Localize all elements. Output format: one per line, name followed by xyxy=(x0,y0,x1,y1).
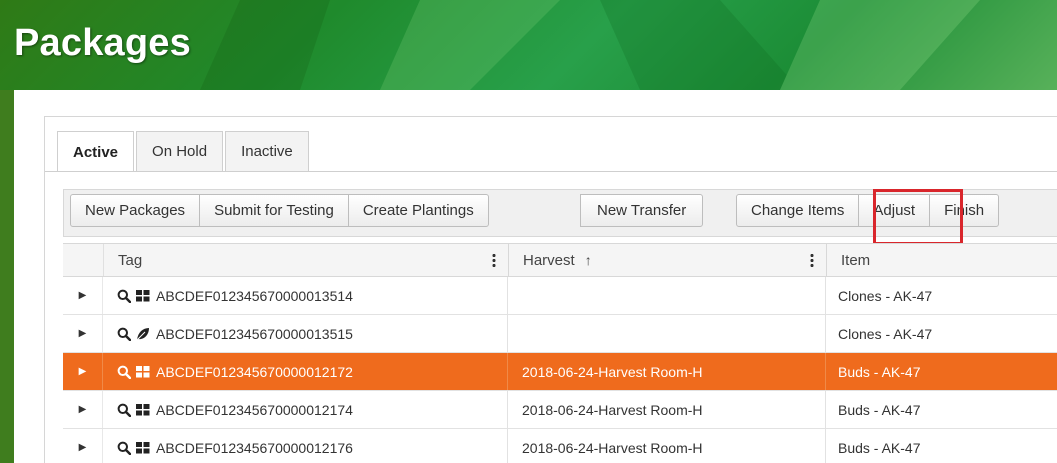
table-row[interactable]: ▶ ABCDEF012345670000012174 2018-06-24-Harv… xyxy=(63,391,1057,429)
grid-icon xyxy=(136,441,150,455)
content-area: Active On Hold Inactive New Packages Sub… xyxy=(14,90,1057,463)
grid-header: Tag Harvest ↑ Item xyxy=(63,243,1057,277)
search-icon[interactable] xyxy=(117,365,132,379)
column-menu-icon[interactable] xyxy=(492,253,496,267)
action-toolbar: New Packages Submit for Testing Create P… xyxy=(63,189,1057,245)
tag-text: ABCDEF012345670000013515 xyxy=(156,325,353,342)
cell-harvest xyxy=(508,315,826,352)
expand-row-icon[interactable]: ▶ xyxy=(63,429,103,463)
cell-item: Clones - AK-47 xyxy=(838,287,933,304)
expand-row-icon[interactable]: ▶ xyxy=(63,391,103,428)
tag-text: ABCDEF012345670000012176 xyxy=(156,439,353,456)
toolbar-group-create: New Packages Submit for Testing Create P… xyxy=(70,194,489,227)
table-row[interactable]: ▶ ABCDEF012345670000013515 Clones - AK-47 xyxy=(63,315,1057,353)
cell-tag: ABCDEF012345670000012174 xyxy=(103,391,508,428)
column-label-item: Item xyxy=(841,251,871,269)
finish-button[interactable]: Finish xyxy=(929,194,1000,227)
change-items-button[interactable]: Change Items xyxy=(736,194,860,227)
submit-for-testing-button[interactable]: Submit for Testing xyxy=(199,194,349,227)
cell-item: Buds - AK-47 xyxy=(838,439,921,456)
page-title: Packages xyxy=(14,22,191,64)
column-header-tag[interactable]: Tag xyxy=(104,244,509,276)
table-row[interactable]: ▶ ABCDEF012345670000012172 2018-06-24-Harv… xyxy=(63,353,1057,391)
grid-icon xyxy=(136,289,150,303)
tab-inactive[interactable]: Inactive xyxy=(225,131,309,171)
expand-row-icon[interactable]: ▶ xyxy=(63,353,103,390)
sort-ascending-icon: ↑ xyxy=(584,252,592,268)
search-icon[interactable] xyxy=(117,327,132,341)
table-row[interactable]: ▶ ABCDEF012345670000013514 Clones - AK-47 xyxy=(63,277,1057,315)
toolbar-group-modify: Change Items Adjust Finish xyxy=(736,194,1000,227)
page-header: Packages xyxy=(0,0,1057,90)
cell-harvest: 2018-06-24-Harvest Room-H xyxy=(508,429,826,463)
tag-text: ABCDEF012345670000013514 xyxy=(156,287,353,304)
tab-active[interactable]: Active xyxy=(57,131,135,172)
expand-column-header xyxy=(63,244,104,276)
column-header-harvest[interactable]: Harvest ↑ xyxy=(509,244,827,276)
grid-icon xyxy=(136,365,150,379)
cell-item: Buds - AK-47 xyxy=(838,401,921,418)
app-frame: Packages Active On Hold Inactive New Pac… xyxy=(0,0,1057,463)
expand-row-icon[interactable]: ▶ xyxy=(63,315,103,352)
cell-tag: ABCDEF012345670000013515 xyxy=(103,315,508,352)
cell-tag: ABCDEF012345670000012172 xyxy=(103,353,508,390)
column-label-harvest: Harvest xyxy=(523,251,575,269)
packages-panel: Active On Hold Inactive New Packages Sub… xyxy=(44,116,1057,463)
leaf-icon xyxy=(136,327,150,341)
search-icon[interactable] xyxy=(117,289,132,303)
cell-harvest xyxy=(508,277,826,314)
packages-grid: Tag Harvest ↑ Item ▶ ABCDEF01234567000001… xyxy=(63,243,1057,463)
tag-text: ABCDEF012345670000012174 xyxy=(156,401,353,418)
table-row[interactable]: ▶ ABCDEF012345670000012176 2018-06-24-Harv… xyxy=(63,429,1057,463)
new-transfer-button[interactable]: New Transfer xyxy=(580,194,704,227)
cell-tag: ABCDEF012345670000013514 xyxy=(103,277,508,314)
cell-harvest: 2018-06-24-Harvest Room-H xyxy=(508,353,826,390)
tab-on-hold[interactable]: On Hold xyxy=(136,131,224,171)
adjust-button[interactable]: Adjust xyxy=(858,194,931,227)
tab-divider xyxy=(45,171,1057,172)
column-header-item[interactable]: Item xyxy=(827,244,1057,276)
create-plantings-button[interactable]: Create Plantings xyxy=(347,194,489,227)
cell-item: Buds - AK-47 xyxy=(838,363,921,380)
cell-item: Clones - AK-47 xyxy=(838,325,933,342)
column-label-tag: Tag xyxy=(118,251,143,269)
toolbar-group-transfer: New Transfer xyxy=(580,194,704,227)
grid-body: ▶ ABCDEF012345670000013514 Clones - AK-47 ▶… xyxy=(63,277,1057,463)
search-icon[interactable] xyxy=(117,403,132,417)
tag-text: ABCDEF012345670000012172 xyxy=(156,363,353,380)
cell-tag: ABCDEF012345670000012176 xyxy=(103,429,508,463)
grid-icon xyxy=(136,403,150,417)
cell-harvest: 2018-06-24-Harvest Room-H xyxy=(508,391,826,428)
new-packages-button[interactable]: New Packages xyxy=(70,194,201,227)
search-icon[interactable] xyxy=(117,441,132,455)
expand-row-icon[interactable]: ▶ xyxy=(63,277,103,314)
status-tabs: Active On Hold Inactive xyxy=(57,131,311,172)
column-menu-icon[interactable] xyxy=(810,253,814,267)
